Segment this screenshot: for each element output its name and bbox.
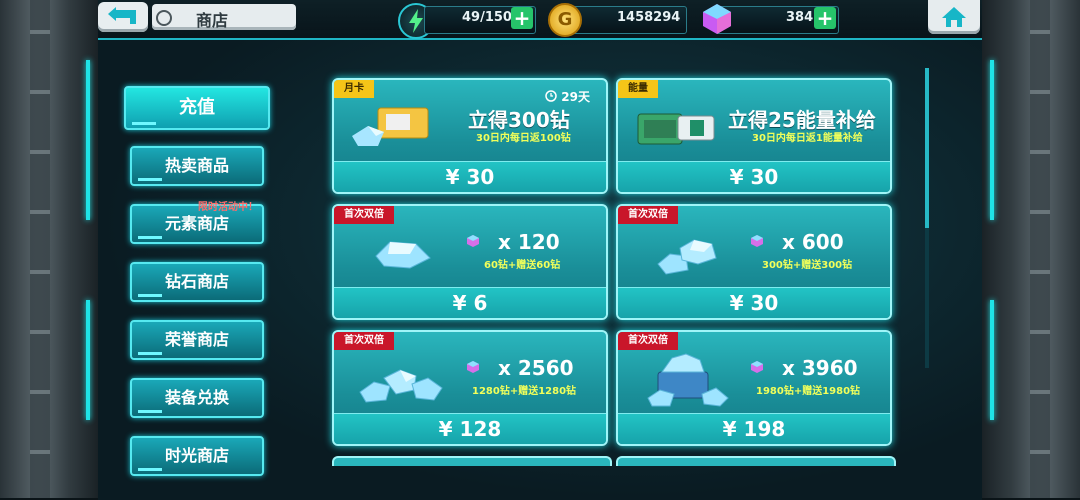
product-card-gems-3960[interactable]: 首次双倍 x 3960 1980钻+赠送1980钻 ¥ 198 bbox=[616, 330, 892, 446]
product-card-gems-600[interactable]: 首次双倍 x 600 300钻+赠送300钻 ¥ 30 bbox=[616, 204, 892, 320]
sidebar-item-label: 钻石商店 bbox=[164, 272, 229, 291]
sidebar-item-hot[interactable]: 热卖商品 bbox=[130, 146, 264, 186]
gem-amount: x 3960 bbox=[782, 356, 858, 380]
product-card-partial[interactable] bbox=[616, 456, 896, 466]
energy-value: 49/150 bbox=[462, 10, 512, 25]
sidebar-item-label: 荣誉商店 bbox=[164, 330, 229, 349]
gold-coin-icon: G bbox=[548, 3, 582, 37]
card-price[interactable]: ¥ 30 bbox=[618, 161, 890, 192]
product-card-gems-2560[interactable]: 首次双倍 x 2560 1280钻+赠送1280钻 ¥ 128 bbox=[332, 330, 608, 446]
card-price[interactable]: ¥ 198 bbox=[618, 413, 890, 444]
card-subtitle: 30日内每日返100钻 bbox=[476, 133, 571, 144]
card-subtitle: 60钻+赠送60钻 bbox=[484, 260, 561, 271]
page-title: 商店 bbox=[196, 11, 229, 30]
right-mech-frame bbox=[982, 0, 1080, 498]
left-mech-frame bbox=[0, 0, 98, 498]
timer-days: 29 bbox=[561, 90, 578, 104]
clock-icon bbox=[545, 90, 557, 102]
gem-icon bbox=[467, 361, 479, 373]
card-price[interactable]: ¥ 128 bbox=[334, 413, 606, 444]
gem-icon bbox=[751, 361, 763, 373]
gem-icon bbox=[467, 235, 479, 247]
crystal-pile-medium-icon bbox=[657, 239, 717, 275]
card-subtitle: 1280钻+赠送1280钻 bbox=[472, 386, 577, 397]
sidebar-item-honor[interactable]: 荣誉商店 bbox=[130, 320, 264, 360]
sidebar-item-label: 时光商店 bbox=[164, 446, 229, 465]
energy-crate-icon bbox=[637, 113, 715, 145]
left-neon-rail bbox=[86, 60, 90, 220]
sidebar-item-label: 装备兑换 bbox=[164, 388, 229, 407]
product-card-energy[interactable]: 能量 立得25能量补给 30日内每日返1能量补给 ¥ 30 bbox=[616, 78, 892, 194]
crystal-pile-small-icon bbox=[375, 241, 431, 269]
sidebar-item-time[interactable]: 时光商店 bbox=[130, 436, 264, 476]
timer-unit: 天 bbox=[577, 90, 590, 104]
card-timer: 29天 bbox=[545, 88, 590, 105]
add-energy-button[interactable]: + bbox=[511, 7, 533, 29]
scrollbar-thumb[interactable] bbox=[925, 68, 929, 228]
gem-icon bbox=[700, 2, 734, 40]
left-neon-rail-lower bbox=[86, 300, 90, 420]
card-tag: 能量 bbox=[618, 80, 658, 98]
sidebar-item-label: 元素商店 bbox=[164, 214, 229, 233]
gold-value: 1458294 bbox=[617, 10, 681, 25]
gem-amount: x 120 bbox=[498, 230, 560, 254]
gem-amount: x 600 bbox=[782, 230, 844, 254]
home-button[interactable] bbox=[928, 0, 980, 34]
right-neon-rail-lower bbox=[990, 300, 994, 420]
card-subtitle: 300钻+赠送300钻 bbox=[762, 260, 853, 271]
back-button[interactable] bbox=[98, 2, 148, 32]
right-neon-rail bbox=[990, 60, 994, 220]
card-subtitle: 1980钻+赠送1980钻 bbox=[756, 386, 861, 397]
card-subtitle: 30日内每日返1能量补给 bbox=[752, 133, 863, 144]
card-price[interactable]: ¥ 6 bbox=[334, 287, 606, 318]
sidebar-item-label: 热卖商品 bbox=[164, 156, 229, 175]
sidebar-item-diamond[interactable]: 钻石商店 bbox=[130, 262, 264, 302]
back-arrow-icon bbox=[108, 7, 136, 24]
add-gem-button[interactable]: + bbox=[814, 7, 836, 29]
crystal-crate-icon bbox=[647, 353, 729, 407]
product-card-monthly[interactable]: 月卡 29天 立得300钻 30日内每日返100钻 ¥ 30 bbox=[332, 78, 608, 194]
gem-value: 384 bbox=[786, 10, 814, 25]
home-icon bbox=[942, 7, 966, 27]
product-card-partial[interactable] bbox=[332, 456, 612, 466]
no-sign-icon bbox=[156, 10, 172, 26]
crystal-pile-large-icon bbox=[359, 369, 443, 403]
monthly-card-item-icon bbox=[352, 107, 429, 146]
card-tag: 首次双倍 bbox=[334, 332, 394, 350]
card-price[interactable]: ¥ 30 bbox=[618, 287, 890, 318]
product-card-gems-120[interactable]: 首次双倍 x 120 60钻+赠送60钻 ¥ 6 bbox=[332, 204, 608, 320]
limited-event-label: 限时活动中！ bbox=[198, 202, 258, 213]
card-tag: 首次双倍 bbox=[618, 206, 678, 224]
sidebar-item-equipment[interactable]: 装备兑换 bbox=[130, 378, 264, 418]
sidebar-item-label: 充值 bbox=[179, 97, 215, 118]
card-tag: 首次双倍 bbox=[334, 206, 394, 224]
card-price[interactable]: ¥ 30 bbox=[334, 161, 606, 192]
sidebar-item-recharge[interactable]: 充值 bbox=[124, 86, 270, 130]
gem-icon bbox=[751, 235, 763, 247]
gem-amount: x 2560 bbox=[498, 356, 574, 380]
card-tag: 月卡 bbox=[334, 80, 374, 98]
